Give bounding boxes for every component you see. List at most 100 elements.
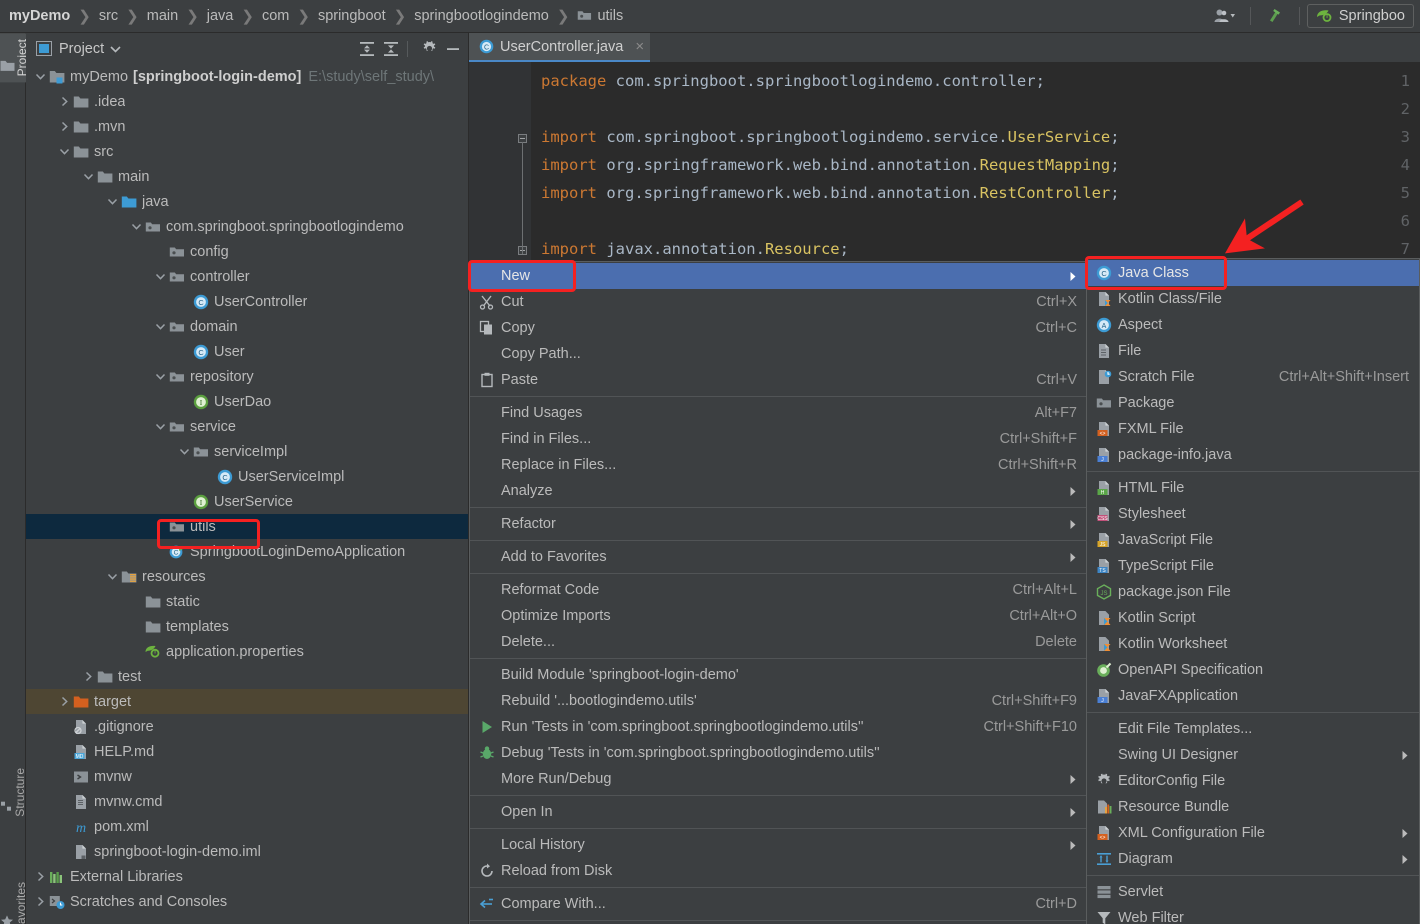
breadcrumb-item-mydemo[interactable]: myDemo xyxy=(9,8,70,24)
menu-item-swing-ui-designer[interactable]: Swing UI Designer xyxy=(1087,742,1419,768)
tree-item-help.md[interactable]: MD HELP.md xyxy=(26,739,468,764)
menu-item-kotlin-script[interactable]: Kotlin Script xyxy=(1087,605,1419,631)
menu-item-package[interactable]: Package xyxy=(1087,390,1419,416)
tree-item-test[interactable]: test xyxy=(26,664,468,689)
breadcrumb-item-java[interactable]: java xyxy=(207,8,234,24)
menu-item-javafxapplication[interactable]: J JavaFXApplication xyxy=(1087,683,1419,709)
breadcrumb-item-springboot[interactable]: springboot xyxy=(318,8,386,24)
tree-item-user[interactable]: C User xyxy=(26,339,468,364)
chevron-down-icon[interactable] xyxy=(154,420,167,433)
menu-item-kotlin-class-file[interactable]: Kotlin Class/File xyxy=(1087,286,1419,312)
close-icon[interactable]: × xyxy=(635,38,644,55)
sidebar-item-structure[interactable]: Structure xyxy=(0,762,27,823)
tree-item-service[interactable]: service xyxy=(26,414,468,439)
user-dropdown-icon[interactable] xyxy=(1209,3,1241,29)
breadcrumb-item-utils[interactable]: utils xyxy=(577,8,623,24)
menu-item-more-run-debug[interactable]: More Run/Debug xyxy=(470,766,1087,792)
breadcrumb-item-springbootlogindemo[interactable]: springbootlogindemo xyxy=(414,8,549,24)
menu-item-reformat-code[interactable]: Reformat Code Ctrl+Alt+L xyxy=(470,577,1087,603)
menu-item-reload-from-disk[interactable]: Reload from Disk xyxy=(470,858,1087,884)
expand-all-icon[interactable] xyxy=(358,40,376,58)
menu-item-editorconfig-file[interactable]: EditorConfig File xyxy=(1087,768,1419,794)
tree-item-com.springboot.springbootlogindemo[interactable]: com.springboot.springbootlogindemo xyxy=(26,214,468,239)
chevron-down-icon[interactable] xyxy=(82,170,95,183)
tree-item-target[interactable]: target xyxy=(26,689,468,714)
chevron-down-icon[interactable] xyxy=(154,270,167,283)
menu-item-aspect[interactable]: A Aspect xyxy=(1087,312,1419,338)
chevron-right-icon[interactable] xyxy=(34,895,47,908)
chevron-right-icon[interactable] xyxy=(58,120,71,133)
gear-icon[interactable] xyxy=(421,40,438,57)
menu-item-kotlin-worksheet[interactable]: Kotlin Worksheet xyxy=(1087,631,1419,657)
tree-item-userservice[interactable]: I UserService xyxy=(26,489,468,514)
tree-item-springbootlogindemoapplication[interactable]: C SpringbootLoginDemoApplication xyxy=(26,539,468,564)
menu-item-edit-file-templates[interactable]: Edit File Templates... xyxy=(1087,716,1419,742)
menu-item-copy[interactable]: Copy Ctrl+C xyxy=(470,315,1087,341)
sidebar-item-favorites[interactable]: Favorites xyxy=(0,876,28,924)
menu-item-xml-configuration-file[interactable]: <> XML Configuration File xyxy=(1087,820,1419,846)
tree-item-userdao[interactable]: I UserDao xyxy=(26,389,468,414)
menu-item-replace-in-files[interactable]: Replace in Files... Ctrl+Shift+R xyxy=(470,452,1087,478)
tree-item-application.properties[interactable]: application.properties xyxy=(26,639,468,664)
menu-item-servlet[interactable]: Servlet xyxy=(1087,879,1419,905)
menu-item-stylesheet[interactable]: CSS Stylesheet xyxy=(1087,501,1419,527)
menu-item-delete[interactable]: Delete... Delete xyxy=(470,629,1087,655)
breadcrumb-item-com[interactable]: com xyxy=(262,8,289,24)
menu-item-package-json-file[interactable]: JS package.json File xyxy=(1087,579,1419,605)
tree-item-scratches-and-consoles[interactable]: Scratches and Consoles xyxy=(26,889,468,914)
breadcrumb-item-main[interactable]: main xyxy=(147,8,178,24)
tree-item-pom.xml[interactable]: m pom.xml xyxy=(26,814,468,839)
tree-item-.mvn[interactable]: .mvn xyxy=(26,114,468,139)
chevron-down-icon[interactable] xyxy=(110,45,121,53)
chevron-down-icon[interactable] xyxy=(130,220,143,233)
context-menu[interactable]: New Cut Ctrl+X Copy Ctrl+C Copy Path... Paste C… xyxy=(469,261,1088,924)
menu-item-scratch-file[interactable]: Scratch File Ctrl+Alt+Shift+Insert xyxy=(1087,364,1419,390)
menu-item-resource-bundle[interactable]: Resource Bundle xyxy=(1087,794,1419,820)
chevron-down-icon[interactable] xyxy=(154,320,167,333)
menu-item-diagram[interactable]: Diagram xyxy=(1087,846,1419,872)
menu-item-web-filter[interactable]: Web Filter xyxy=(1087,905,1419,924)
menu-item-run-tests-in-com-springboot-springbootlogindemo-utils[interactable]: Run 'Tests in 'com.springboot.springboot… xyxy=(470,714,1087,740)
menu-item-build-module-springboot-login-demo[interactable]: Build Module 'springboot-login-demo' xyxy=(470,662,1087,688)
menu-item-find-usages[interactable]: Find Usages Alt+F7 xyxy=(470,400,1087,426)
tree-item-usercontroller[interactable]: C UserController xyxy=(26,289,468,314)
tree-item-mvnw.cmd[interactable]: mvnw.cmd xyxy=(26,789,468,814)
build-hammer-icon[interactable] xyxy=(1260,3,1290,29)
menu-item-html-file[interactable]: H HTML File xyxy=(1087,475,1419,501)
tree-item-main[interactable]: main xyxy=(26,164,468,189)
menu-item-paste[interactable]: Paste Ctrl+V xyxy=(470,367,1087,393)
menu-item-package-info-java[interactable]: Jpackage-info.java xyxy=(1087,442,1419,468)
tree-item-controller[interactable]: controller xyxy=(26,264,468,289)
menu-item-refactor[interactable]: Refactor xyxy=(470,511,1087,537)
tree-item-src[interactable]: src xyxy=(26,139,468,164)
run-configuration-selector[interactable]: Springboo xyxy=(1306,4,1414,28)
menu-item-copy-path[interactable]: Copy Path... xyxy=(470,341,1087,367)
menu-item-debug-tests-in-com-springboot-springbootlogindemo-utils[interactable]: Debug 'Tests in 'com.springboot.springbo… xyxy=(470,740,1087,766)
sidebar-item-project[interactable]: Project xyxy=(0,33,29,83)
tree-item-mvnw[interactable]: mvnw xyxy=(26,764,468,789)
tree-item-static[interactable]: static xyxy=(26,589,468,614)
chevron-right-icon[interactable] xyxy=(58,695,71,708)
chevron-right-icon[interactable] xyxy=(58,95,71,108)
tree-item-java[interactable]: java xyxy=(26,189,468,214)
chevron-down-icon[interactable] xyxy=(178,445,191,458)
menu-item-typescript-file[interactable]: TS TypeScript File xyxy=(1087,553,1419,579)
chevron-down-icon[interactable] xyxy=(154,370,167,383)
tree-item-.idea[interactable]: .idea xyxy=(26,89,468,114)
tree-item-springboot-login-demo.iml[interactable]: springboot-login-demo.iml xyxy=(26,839,468,864)
menu-item-add-to-favorites[interactable]: Add to Favorites xyxy=(470,544,1087,570)
tree-item-utils[interactable]: utils xyxy=(26,514,468,539)
tree-item-resources[interactable]: resources xyxy=(26,564,468,589)
menu-item-local-history[interactable]: Local History xyxy=(470,832,1087,858)
new-submenu[interactable]: C Java Class Kotlin Class/File A Aspect File S… xyxy=(1086,258,1420,924)
tree-item-external-libraries[interactable]: External Libraries xyxy=(26,864,468,889)
chevron-down-icon[interactable] xyxy=(106,195,119,208)
collapse-all-icon[interactable] xyxy=(382,40,400,58)
tree-item-mydemo[interactable]: myDemo [springboot-login-demo] E:\study\se… xyxy=(26,64,468,89)
chevron-down-icon[interactable] xyxy=(106,570,119,583)
tab-usercontroller-java[interactable]: C UserController.java × xyxy=(469,33,651,62)
breadcrumb-item-src[interactable]: src xyxy=(99,8,118,24)
chevron-right-icon[interactable] xyxy=(82,670,95,683)
tree-item-repository[interactable]: repository xyxy=(26,364,468,389)
tree-item-userserviceimpl[interactable]: C UserServiceImpl xyxy=(26,464,468,489)
